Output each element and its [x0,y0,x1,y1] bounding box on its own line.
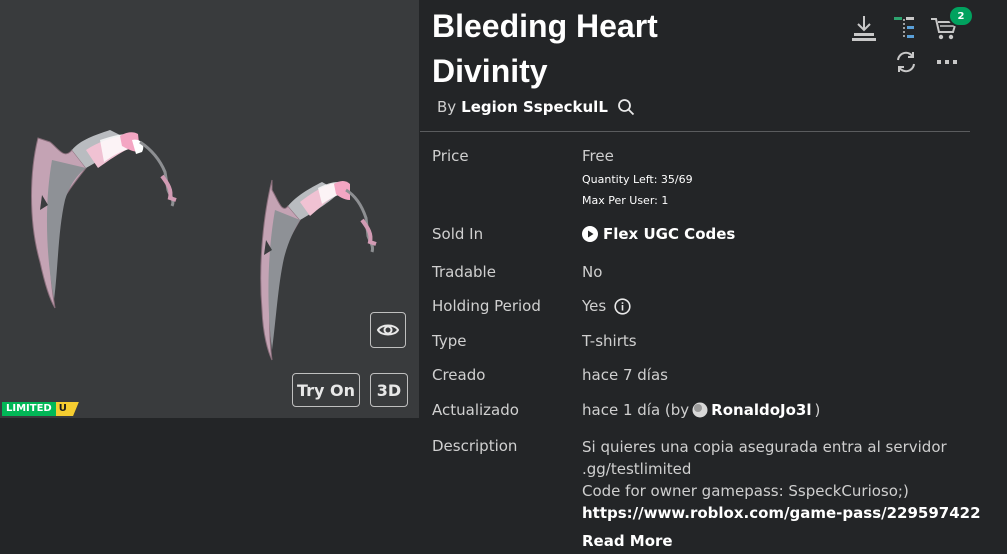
description-line: Code for owner gamepass: SspeckCurioso;) [582,482,909,500]
view-toggle-button[interactable] [370,312,406,348]
updated-user-link[interactable]: RonaldoJo3l [711,401,811,419]
tradable-label: Tradable [432,263,496,281]
play-icon [582,226,598,242]
tradable-value: No [582,263,603,281]
read-more-button[interactable]: Read More [582,532,679,550]
limited-unique-badge: LIMITED U [2,402,79,416]
scythe-left [31,130,177,309]
header-divider [420,131,970,132]
description-text: Si quieres una copia asegurada entra al … [582,436,981,524]
item-render-image [31,130,377,361]
holding-period-label: Holding Period [432,297,541,315]
sold-in-value: Flex UGC Codes [603,225,736,243]
download-icon[interactable] [851,14,877,42]
description-label: Description [432,437,518,455]
description-line: Si quieres una copia asegurada entra al … [582,438,947,456]
hierarchy-icon[interactable] [892,14,916,42]
creator-line: By Legion SspeckulL [437,98,635,116]
created-label: Creado [432,366,486,384]
item-title-line1: Bleeding Heart [432,8,658,44]
price-value: Free [582,147,614,165]
item-title-line2: Divinity [432,53,548,89]
eye-icon [376,324,400,336]
3d-view-button[interactable]: 3D [370,373,408,407]
more-icon[interactable] [936,58,958,66]
info-icon[interactable] [614,297,631,315]
unique-label: U [55,402,79,416]
item-preview[interactable]: Try On 3D LIMITED U [0,0,419,418]
description-link[interactable]: https://www.roblox.com/game-pass/2295974… [582,502,981,524]
created-value: hace 7 días [582,366,668,384]
holding-period-value: Yes [582,297,607,315]
sold-in-label: Sold In [432,225,484,243]
updated-text: hace 1 día (by [582,401,690,419]
item-title: Bleeding Heart Divinity [432,4,832,94]
price-label: Price [432,147,469,165]
type-value: T-shirts [582,332,637,350]
updated-label: Actualizado [432,401,519,419]
quantity-left: Quantity Left: 35/69 [582,173,693,186]
try-on-button[interactable]: Try On [292,373,360,407]
scythe-right [260,179,377,361]
by-prefix: By [437,98,457,116]
description-line: .gg/testlimited [582,460,692,478]
updated-close: ) [814,401,821,419]
updated-value: hace 1 día (by RonaldoJo3l ) [582,401,820,419]
limited-label: LIMITED [2,402,56,416]
creator-link[interactable]: Legion SspeckulL [461,98,608,116]
max-per-user: Max Per User: 1 [582,194,669,207]
user-avatar-icon [692,402,708,418]
cart-count-badge: 2 [948,5,974,27]
refresh-icon[interactable] [894,50,918,74]
sold-in-link[interactable]: Flex UGC Codes [582,225,735,243]
holding-period: Yes [582,297,631,315]
type-label: Type [432,332,467,350]
search-icon[interactable] [617,98,635,116]
